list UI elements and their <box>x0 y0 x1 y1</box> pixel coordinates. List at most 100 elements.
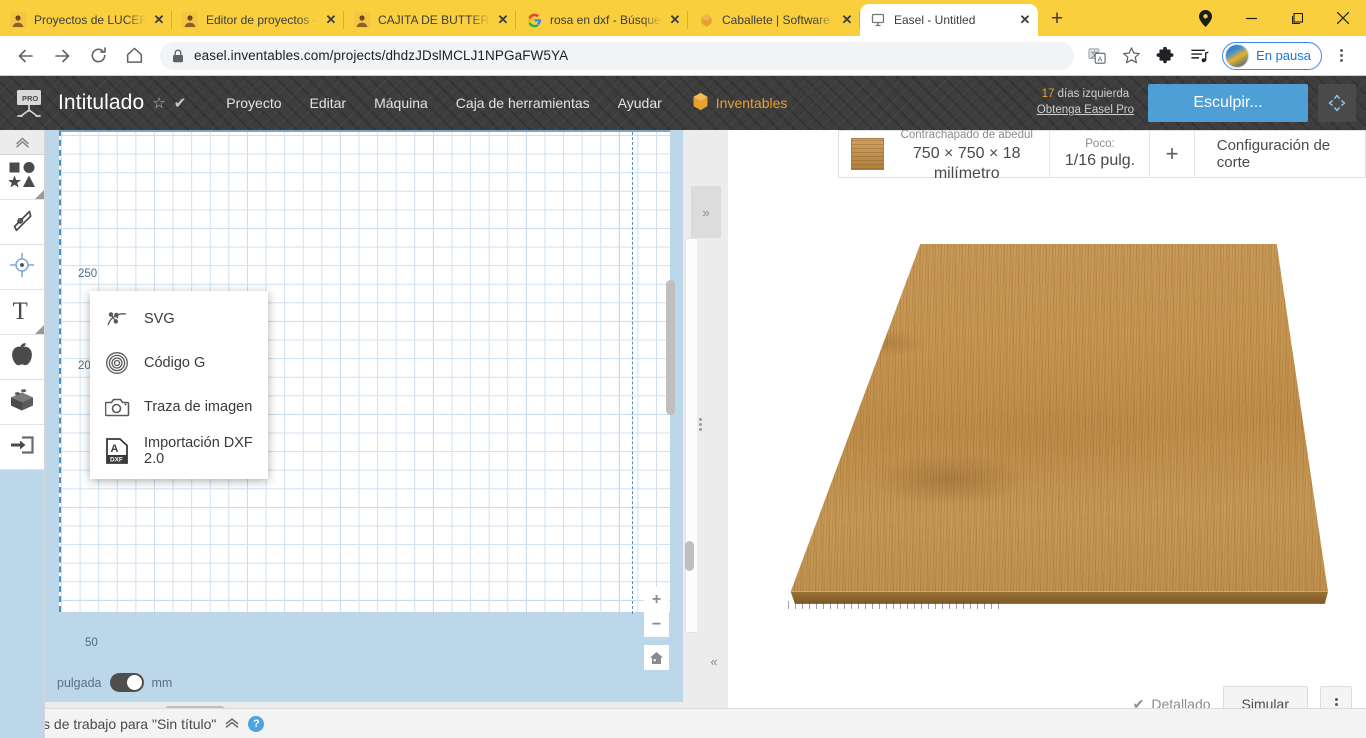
profile-label: En pausa <box>1256 48 1311 63</box>
preview-scrollbar-thumb[interactable] <box>685 541 694 571</box>
tab-close-icon[interactable]: ✕ <box>494 11 512 29</box>
fullscreen-icon[interactable] <box>1318 84 1356 122</box>
material-board-3d[interactable] <box>788 244 1328 624</box>
camera-icon <box>104 394 130 420</box>
import-menu-item-svg[interactable]: SVG <box>90 297 268 341</box>
favorite-star-icon[interactable]: ☆ <box>152 94 165 112</box>
profile-chip[interactable]: En pausa <box>1222 41 1322 70</box>
rail-filler <box>0 470 44 738</box>
import-menu-item-gcode[interactable]: Código G <box>90 341 268 385</box>
import-arrow-icon <box>9 432 35 463</box>
home-icon[interactable] <box>119 41 149 71</box>
menu-item-proyecto[interactable]: Proyecto <box>212 89 295 117</box>
back-icon[interactable] <box>11 41 41 71</box>
zoom-in-button[interactable]: + <box>644 587 669 612</box>
browser-tab-4[interactable]: rosa en dxf - Búsqueda ✕ <box>516 4 688 36</box>
cut-settings-button[interactable]: Configuración de corte <box>1195 131 1365 177</box>
import-menu-item-image-trace[interactable]: Traza de imagen <box>90 385 268 429</box>
design-canvas[interactable]: 250 200 50 0 0 50 100 150 200 250 300 + … <box>45 130 683 738</box>
browser-tab-6-active[interactable]: Easel - Untitled ✕ <box>860 4 1038 36</box>
zoom-out-button[interactable]: − <box>644 612 669 637</box>
window-close-button[interactable] <box>1320 0 1366 36</box>
browser-tab-2[interactable]: Editor de proyectos - In ✕ <box>172 4 344 36</box>
tab-close-icon[interactable]: ✕ <box>150 11 168 29</box>
rail-collapse-button[interactable] <box>0 130 44 155</box>
address-bar[interactable]: easel.inventables.com/projects/dhdzJDslM… <box>160 41 1075 70</box>
expand-left-panel-button[interactable]: » <box>691 186 721 238</box>
bit-button[interactable]: Poco: 1/16 pulg. <box>1050 131 1151 177</box>
unit-switch-handle[interactable] <box>109 673 144 692</box>
zoom-controls: + − <box>644 587 669 670</box>
carve-button[interactable]: Esculpir... <box>1148 84 1308 122</box>
image-favicon <box>10 12 26 28</box>
reload-icon[interactable] <box>83 41 113 71</box>
board-stage[interactable] <box>728 178 1366 678</box>
easel-body: T 250 200 50 + − pulgada mm SVG Código G… <box>0 130 1366 738</box>
reading-list-icon[interactable] <box>1185 42 1213 70</box>
browser-tab-5[interactable]: Caballete | Software CN ✕ <box>688 4 860 36</box>
trial-info: 17 días izquierda Obtenga Easel Pro <box>1037 87 1134 118</box>
import-menu-label: Código G <box>144 355 206 371</box>
sidebar-item-center-point[interactable] <box>0 245 44 290</box>
page-title: Intitulado <box>58 91 145 114</box>
browser-tab-strip: Proyectos de LUCERO ✕ Editor de proyecto… <box>0 0 1366 36</box>
help-icon[interactable]: ? <box>248 715 265 732</box>
import-menu-label: Traza de imagen <box>144 399 253 415</box>
browser-menu-icon[interactable] <box>1327 42 1355 70</box>
forward-icon[interactable] <box>47 41 77 71</box>
tab-close-icon[interactable]: ✕ <box>1016 11 1034 29</box>
tab-close-icon[interactable]: ✕ <box>838 11 856 29</box>
image-favicon <box>354 12 370 28</box>
menu-item-ayudar[interactable]: Ayudar <box>604 89 676 117</box>
shapes-icon <box>7 162 35 192</box>
ruler-y-label-50: 50 <box>85 637 98 649</box>
text-t-icon: T <box>10 297 34 328</box>
inventables-label: Inventables <box>715 95 788 111</box>
tab-title: CAJITA DE BUTTERFLY <box>378 13 490 27</box>
material-text: Contrachapado de abedul 750 × 750 × 18 m… <box>896 130 1037 184</box>
sidebar-item-import[interactable] <box>0 425 44 470</box>
canvas-vertical-scrollbar[interactable] <box>666 280 675 415</box>
extensions-icon[interactable] <box>1151 42 1179 70</box>
menu-item-maquina[interactable]: Máquina <box>360 89 442 117</box>
collapse-right-panel-button[interactable]: « <box>701 633 727 689</box>
material-button[interactable]: Contrachapado de abedul 750 × 750 × 18 m… <box>839 130 1051 182</box>
upgrade-easel-pro-link[interactable]: Obtenga Easel Pro <box>1037 103 1134 119</box>
panel-drag-handle[interactable] <box>699 418 702 431</box>
bit-label: Poco: <box>1085 137 1115 150</box>
unit-toggle[interactable]: pulgada mm <box>57 673 172 692</box>
google-favicon <box>526 12 542 28</box>
svg-text:T: T <box>13 298 28 323</box>
add-bit-button[interactable]: + <box>1150 131 1195 177</box>
window-maximize-button[interactable] <box>1274 0 1320 36</box>
avatar <box>1225 43 1250 68</box>
sidebar-item-pen[interactable] <box>0 200 44 245</box>
translate-icon[interactable]: 文A <box>1083 42 1111 70</box>
svg-text:A: A <box>1098 54 1103 63</box>
sidebar-item-text[interactable]: T <box>0 290 44 335</box>
status-collapse-icon[interactable] <box>225 717 239 731</box>
sidebar-item-3d-model[interactable] <box>0 380 44 425</box>
inventables-link[interactable]: Inventables <box>682 86 798 120</box>
svg-text:A: A <box>111 443 119 455</box>
easel-header: PRO Intitulado ☆ ✔ Proyecto Editar Máqui… <box>0 76 1366 130</box>
ruler-vertical <box>45 130 59 738</box>
tab-close-icon[interactable]: ✕ <box>666 11 684 29</box>
browser-tab-3[interactable]: CAJITA DE BUTTERFLY ✕ <box>344 4 516 36</box>
sidebar-item-apps[interactable] <box>0 335 44 380</box>
menu-item-caja-de-herramientas[interactable]: Caja de herramientas <box>442 89 604 117</box>
bookmark-star-icon[interactable] <box>1117 42 1145 70</box>
ruler-y-label-250: 250 <box>78 268 98 280</box>
zoom-home-icon[interactable] <box>644 645 669 670</box>
browser-tab-1[interactable]: Proyectos de LUCERO ✕ <box>0 4 172 36</box>
menu-item-editar[interactable]: Editar <box>296 89 361 117</box>
target-icon <box>9 252 35 283</box>
tab-close-icon[interactable]: ✕ <box>322 11 340 29</box>
window-minimize-button[interactable] <box>1228 0 1274 36</box>
preview-panel[interactable]: Contrachapado de abedul 750 × 750 × 18 m… <box>728 130 1366 738</box>
import-menu-item-dxf[interactable]: A DXF Importación DXF 2.0 <box>90 429 268 473</box>
sidebar-item-shapes[interactable] <box>0 155 44 200</box>
location-pin-icon[interactable] <box>1182 0 1228 36</box>
new-tab-button[interactable]: + <box>1042 4 1072 34</box>
material-toolbar: Contrachapado de abedul 750 × 750 × 18 m… <box>838 130 1366 182</box>
